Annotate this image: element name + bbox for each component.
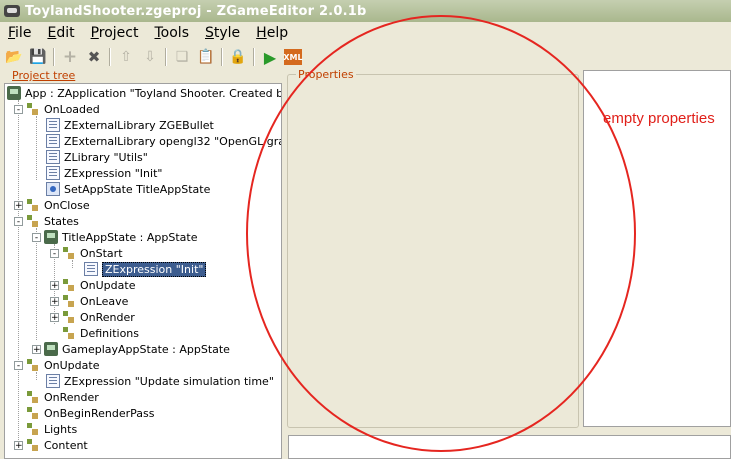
menu-style[interactable]: Style	[197, 22, 248, 44]
tree-node-zexpression-init[interactable]: ZExpression "Init"	[46, 165, 162, 181]
event-icon	[26, 438, 40, 452]
component-icon	[46, 134, 60, 148]
folder-open-icon[interactable]: 📂	[4, 47, 24, 67]
save-icon[interactable]: 💾	[28, 47, 48, 67]
copy-icon[interactable]: ❏	[172, 47, 192, 67]
collapse-icon[interactable]: -	[14, 360, 23, 370]
component-icon	[84, 262, 98, 276]
tree-node-app-onupdate[interactable]: - OnUpdate	[14, 357, 99, 373]
expand-icon[interactable]: +	[32, 344, 41, 354]
expand-icon[interactable]: +	[14, 200, 23, 210]
project-tree[interactable]: App : ZApplication "Toyland Shooter. Cre…	[4, 83, 282, 459]
model-icon	[44, 230, 58, 244]
app-logo-icon	[4, 5, 20, 17]
tree-node-onloaded[interactable]: - OnLoaded	[14, 101, 100, 117]
event-icon	[62, 310, 76, 324]
tree-node-zexternallibrary-opengl32[interactable]: ZExternalLibrary opengl32 "OpenGL graphi…	[46, 133, 281, 149]
paste-icon[interactable]: 📋	[196, 47, 216, 67]
model-icon	[7, 86, 21, 100]
event-icon	[26, 406, 40, 420]
collapse-icon[interactable]: -	[50, 248, 59, 258]
project-tree-header: Project tree	[12, 69, 76, 82]
event-icon	[62, 326, 76, 340]
run-icon[interactable]: ▶	[260, 47, 280, 67]
tree-node-definitions[interactable]: Definitions	[62, 325, 139, 341]
tree-node-zexternallibrary-zgebullet[interactable]: ZExternalLibrary ZGEBullet	[46, 117, 214, 133]
component-icon	[46, 150, 60, 164]
event-icon	[26, 198, 40, 212]
menu-project[interactable]: Project	[83, 22, 147, 44]
expand-icon[interactable]: +	[50, 312, 59, 322]
window-title: ToylandShooter.zgeproj - ZGameEditor 2.0…	[25, 3, 367, 19]
expand-icon[interactable]: +	[50, 296, 59, 306]
collapse-icon[interactable]: -	[14, 104, 23, 114]
collapse-icon[interactable]: -	[32, 232, 41, 242]
component-icon	[46, 374, 60, 388]
menu-edit[interactable]: Edit	[39, 22, 82, 44]
menu-file[interactable]: File	[0, 22, 39, 44]
menu-bar: File Edit Project Tools Style Help	[0, 22, 731, 44]
tree-node-onupdate[interactable]: + OnUpdate	[50, 277, 135, 293]
tree-node-onrender[interactable]: + OnRender	[50, 309, 135, 325]
expand-icon[interactable]: +	[14, 440, 23, 450]
tree-node-onclose[interactable]: + OnClose	[14, 197, 90, 213]
menu-tools[interactable]: Tools	[146, 22, 197, 44]
tree-node-zexpression-update[interactable]: ZExpression "Update simulation time"	[46, 373, 274, 389]
tree-node-onleave[interactable]: + OnLeave	[50, 293, 128, 309]
annotation-label: empty properties	[603, 110, 715, 127]
toolbar: 📂 💾 + ✖ ⇧ ⇩ ❏ 📋 🔒 ▶ XML	[0, 45, 731, 69]
add-icon[interactable]: +	[60, 47, 80, 67]
model-icon	[44, 342, 58, 356]
title-bar: ToylandShooter.zgeproj - ZGameEditor 2.0…	[0, 0, 731, 22]
event-icon	[26, 422, 40, 436]
event-icon	[26, 390, 40, 404]
state-icon	[46, 182, 60, 196]
event-icon	[62, 278, 76, 292]
event-icon	[62, 294, 76, 308]
xml-icon[interactable]: XML	[283, 49, 303, 65]
tree-node-onbeginrenderpass[interactable]: OnBeginRenderPass	[26, 405, 154, 421]
menu-help[interactable]: Help	[248, 22, 296, 44]
expand-icon[interactable]: +	[50, 280, 59, 290]
tree-node-states[interactable]: - States	[14, 213, 79, 229]
lock-icon[interactable]: 🔒	[228, 47, 248, 67]
tree-node-titleappstate[interactable]: - TitleAppState : AppState	[32, 229, 198, 245]
event-icon	[26, 102, 40, 116]
toolbar-separator	[109, 48, 111, 66]
tree-node-onstart[interactable]: - OnStart	[50, 245, 123, 261]
event-icon	[62, 246, 76, 260]
tree-node-lights[interactable]: Lights	[26, 421, 77, 437]
toolbar-separator	[221, 48, 223, 66]
tree-node-zlibrary-utils[interactable]: ZLibrary "Utils"	[46, 149, 148, 165]
tree-node-gameplayappstate[interactable]: + GameplayAppState : AppState	[32, 341, 230, 357]
panel-splitter[interactable]	[282, 70, 286, 459]
event-icon	[26, 214, 40, 228]
toolbar-separator	[165, 48, 167, 66]
event-icon	[26, 358, 40, 372]
collapse-icon[interactable]: -	[14, 216, 23, 226]
properties-header: Properties	[296, 68, 356, 81]
tree-node-app-onrender[interactable]: OnRender	[26, 389, 99, 405]
tree-node-zexpression-init-selected[interactable]: ZExpression "Init"	[84, 261, 207, 277]
delete-icon[interactable]: ✖	[84, 47, 104, 67]
toolbar-separator	[53, 48, 55, 66]
arrow-down-icon[interactable]: ⇩	[140, 47, 160, 67]
properties-panel	[287, 74, 579, 428]
tree-node-app[interactable]: App : ZApplication "Toyland Shooter. Cre…	[7, 85, 281, 101]
component-icon	[46, 166, 60, 180]
component-icon	[46, 118, 60, 132]
arrow-up-icon[interactable]: ⇧	[116, 47, 136, 67]
tree-node-content[interactable]: + Content	[14, 437, 88, 453]
editor-pane[interactable]	[288, 435, 731, 459]
toolbar-separator	[253, 48, 255, 66]
tree-node-setappstate[interactable]: SetAppState TitleAppState	[46, 181, 210, 197]
